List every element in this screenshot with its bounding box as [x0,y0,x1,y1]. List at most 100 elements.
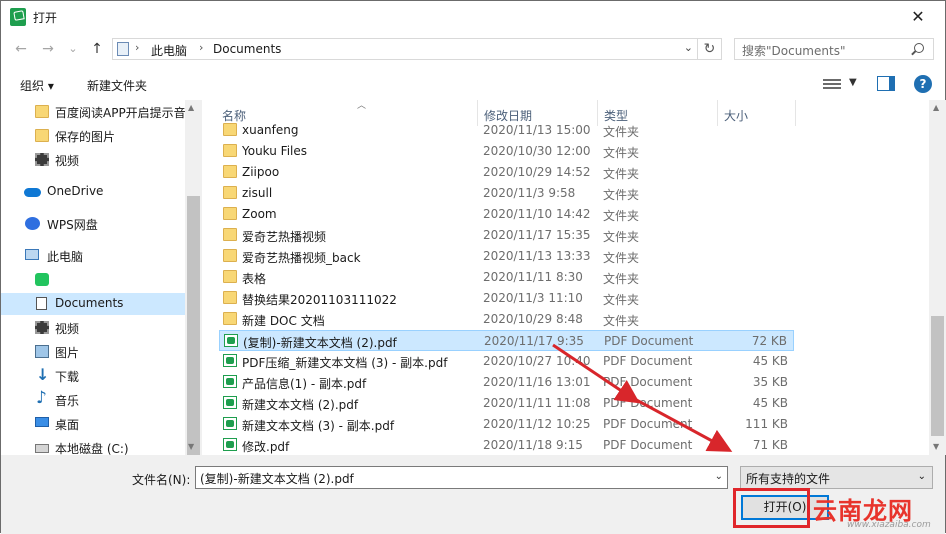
sidebar-item-videos[interactable]: 视频 [1,149,185,171]
sidebar-item-pictures[interactable]: 图片 [1,341,185,363]
breadcrumb-documents[interactable]: Documents [213,42,281,56]
file-date: 2020/11/17 9:35 [484,334,584,348]
pdf-file-icon [223,417,237,430]
file-type: 文件夹 [603,125,640,139]
file-date: 2020/11/12 10:25 [483,417,591,431]
help-icon[interactable]: ? [914,75,932,93]
app-icon [35,273,49,286]
pdf-file-icon [223,396,237,409]
organize-button[interactable]: 组织 ▾ [20,77,54,94]
file-type: 文件夹 [603,272,640,286]
file-type: PDF Document [603,354,693,368]
open-file-dialog: 打开 ✕ ← → ⌄ ↑ › 此电脑 › Documents ⌄ ↻ 搜索"Do… [0,0,946,534]
sidebar-item-onedrive[interactable]: OneDrive [1,181,185,203]
file-date: 2020/10/30 12:00 [483,144,591,158]
preview-pane-icon[interactable] [877,76,895,91]
window-title: 打开 [33,11,58,25]
file-row[interactable]: (复制)-新建文本文档 (2).pdf 2020/11/17 9:35 PDF Do… [219,330,794,351]
file-date: 2020/11/17 15:35 [483,228,591,242]
file-name: 新建文本文档 (3) - 副本.pdf [242,419,395,433]
pdf-app-icon [10,8,26,26]
file-name: zisull [242,186,273,200]
file-date: 2020/11/11 11:08 [483,396,591,410]
up-button[interactable]: ↑ [87,39,107,59]
search-placeholder: 搜索"Documents" [742,44,846,58]
file-row[interactable]: 修改.pdf 2020/11/18 9:15 PDF Document 71 KB [219,435,794,455]
refresh-button[interactable]: ↻ [698,38,722,60]
search-icon[interactable] [914,43,924,53]
file-row[interactable]: 表格 2020/11/11 8:30 文件夹 [219,267,794,288]
folder-icon [223,186,237,199]
computer-icon [25,249,39,260]
sidebar-item-local-disk-c[interactable]: 本地磁盘 (C:) [1,437,185,455]
sidebar-item-label: 视频 [55,322,80,336]
back-button[interactable]: ← [11,39,31,59]
file-row[interactable]: 爱奇艺热播视频 2020/11/17 15:35 文件夹 [219,225,794,246]
filename-input[interactable]: (复制)-新建文本文档 (2).pdf ⌄ [195,466,728,489]
file-row[interactable]: Zoom 2020/11/10 14:42 文件夹 [219,204,794,225]
chevron-down-icon[interactable]: ▼ [849,77,857,88]
file-name: 新建文本文档 (2).pdf [242,398,359,412]
sidebar-item-wps-cloud[interactable]: WPS网盘 [1,213,185,235]
file-name: 替换结果20201103111022 [242,293,397,307]
file-row[interactable]: Ziipoo 2020/10/29 14:52 文件夹 [219,162,794,183]
sidebar-item-app[interactable] [1,269,185,291]
scroll-down-icon[interactable]: ▼ [933,442,939,451]
chevron-down-icon[interactable]: ⌄ [715,471,723,482]
chevron-down-icon[interactable]: ⌄ [918,471,926,482]
toolbar: 组织 ▾ 新建文件夹 [1,71,945,99]
sidebar-item-videos-pc[interactable]: 视频 [1,317,185,339]
file-row[interactable]: 爱奇艺热播视频_back 2020/11/13 13:33 文件夹 [219,246,794,267]
address-bar[interactable]: › 此电脑 › Documents ⌄ [112,38,698,60]
sidebar-item-documents[interactable]: Documents [1,293,185,315]
file-list-scrollbar[interactable]: ▲ ▼ [929,100,946,455]
file-date: 2020/11/13 13:33 [483,249,591,263]
file-row[interactable]: zisull 2020/11/3 9:58 文件夹 [219,183,794,204]
sidebar-scrollbar[interactable]: ▲ ▼ [185,100,202,482]
file-name: (复制)-新建文本文档 (2).pdf [243,336,397,350]
file-row[interactable]: PDF压缩_新建文本文档 (3) - 副本.pdf 2020/10/27 10:4… [219,351,794,372]
filetype-value: 所有支持的文件 [746,472,831,486]
file-date: 2020/11/11 8:30 [483,270,583,284]
folder-icon [223,123,237,136]
sidebar-item-desktop[interactable]: 桌面 [1,413,185,435]
file-type: 文件夹 [603,146,640,160]
chevron-down-icon[interactable]: ⌄ [684,41,693,54]
breadcrumb-this-pc[interactable]: 此电脑 [151,42,187,59]
forward-button[interactable]: → [38,39,58,59]
file-date: 2020/10/29 8:48 [483,312,583,326]
file-row[interactable]: 新建文本文档 (2).pdf 2020/11/11 11:08 PDF Docume… [219,393,794,414]
file-row[interactable]: xuanfeng 2020/11/13 15:00 文件夹 [219,120,794,141]
recent-locations-button[interactable]: ⌄ [63,39,83,59]
file-type: 文件夹 [603,314,640,328]
search-input[interactable]: 搜索"Documents" [734,38,934,60]
file-name: 修改.pdf [242,440,290,454]
scrollbar-thumb[interactable] [187,196,200,482]
sidebar-item-downloads[interactable]: 下载 [1,365,185,387]
scroll-up-icon[interactable]: ▲ [188,103,194,112]
view-options-icon[interactable] [823,77,841,91]
filetype-select[interactable]: 所有支持的文件 ⌄ [740,466,933,489]
file-row[interactable]: 新建文本文档 (3) - 副本.pdf 2020/11/12 10:25 PDF D… [219,414,794,435]
chevron-right-icon[interactable]: › [135,41,139,54]
file-name: Ziipoo [242,165,280,179]
chevron-right-icon[interactable]: › [199,41,203,54]
sort-ascending-icon: ︿ [357,101,367,111]
file-date: 2020/11/3 9:58 [483,186,576,200]
close-button[interactable]: ✕ [895,1,941,33]
file-row[interactable]: 替换结果20201103111022 2020/11/3 11:10 文件夹 [219,288,794,309]
sidebar-item-label: Documents [55,296,124,310]
sidebar-item-baidu-folder[interactable]: 百度阅读APP开启提示音 [1,101,186,123]
sidebar-item-saved-pictures[interactable]: 保存的图片 [1,125,185,147]
scrollbar-thumb[interactable] [931,316,944,436]
file-row[interactable]: Youku Files 2020/10/30 12:00 文件夹 [219,141,794,162]
scroll-down-icon[interactable]: ▼ [188,442,194,451]
sidebar-item-this-pc[interactable]: 此电脑 [1,245,185,267]
file-name: PDF压缩_新建文本文档 (3) - 副本.pdf [242,356,448,370]
file-row[interactable]: 新建 DOC 文档 2020/10/29 8:48 文件夹 [219,309,794,330]
file-row[interactable]: 产品信息(1) - 副本.pdf 2020/11/16 13:01 PDF Docu… [219,372,794,393]
scroll-up-icon[interactable]: ▲ [933,103,939,112]
folder-icon [223,228,237,241]
new-folder-button[interactable]: 新建文件夹 [87,77,147,94]
sidebar-item-music[interactable]: 音乐 [1,388,185,411]
